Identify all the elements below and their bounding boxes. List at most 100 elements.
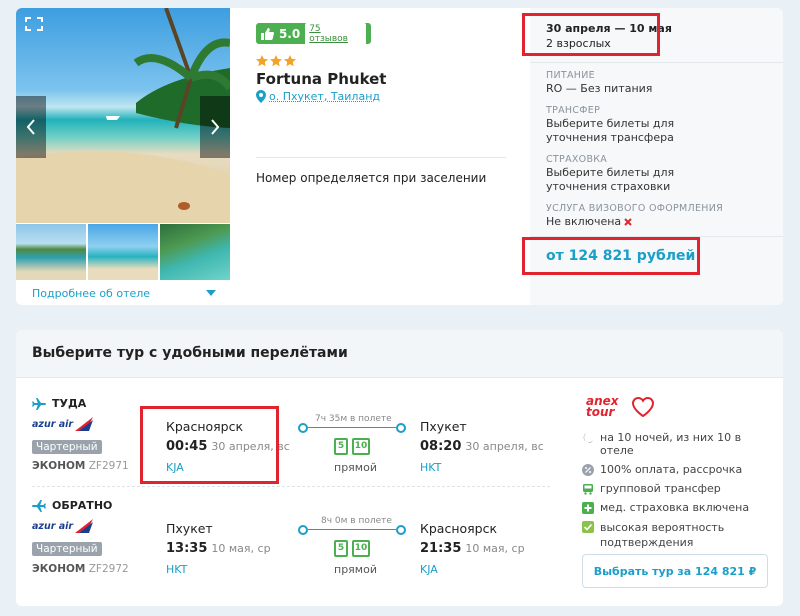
airline-wing-icon [75,417,94,431]
arrival-time: 08:20 [420,439,462,454]
next-photo-button[interactable] [200,96,230,158]
arrival-time: 21:35 [420,541,462,556]
thumbs-up-icon [261,27,274,40]
visa-label: УСЛУГА ВИЗОВОГО ОФОРМЛЕНИЯ [546,203,723,214]
hotel-details-link[interactable]: Подробнее об отеле [16,282,230,304]
divider [530,62,783,63]
hotel-photo[interactable] [16,8,230,223]
feature-text: групповой трансфер [600,482,721,495]
hand-luggage-icon: 5 [334,438,348,455]
moon-icon [583,433,593,444]
meal-label: ПИТАНИЕ [546,70,595,81]
heart-icon [632,397,654,417]
return-from-city: Пхукет [166,521,213,536]
checked-bag-icon: 10 [352,540,370,557]
class-label: ЭКОНОМ [32,563,86,575]
airline-wing-icon [75,519,94,533]
thumbnail-2[interactable] [88,224,158,280]
plane-icon [32,397,46,410]
arrival-date: 10 мая, ср [465,542,525,555]
departure-time: 13:35 [166,541,208,556]
divider [256,157,506,158]
outbound-label-row: ТУДА [32,397,86,410]
fullscreen-icon[interactable] [24,16,44,32]
meal-value: RO — Без питания [546,82,653,95]
caret-down-icon [206,290,216,296]
rating-badge[interactable]: 5.0 75 отзывов [256,22,371,45]
airline-logo: azur air [32,519,94,533]
outbound-duration: 7ч 35м в полете [312,414,395,424]
airline-name: azur air [32,418,74,430]
flight-number: ZF2972 [88,563,129,575]
outbound-to-city: Пхукет [420,419,467,434]
prev-photo-button[interactable] [16,96,46,158]
check-icon [582,521,594,533]
star-icon [256,55,268,67]
charter-badge: Чартерный [32,440,102,454]
hand-luggage-kg: 5 [337,543,345,553]
beach-image [16,8,230,223]
feature-text: мед. страховка включена [600,501,750,514]
feature-text: высокая вероятность подтверждения [600,521,725,549]
insurance-label: СТРАХОВКА [546,154,608,165]
operator-name: anex tour [586,394,619,419]
thumbnail-3[interactable] [160,224,230,280]
chevron-left-icon [26,119,35,135]
transfer-label: ТРАНСФЕР [546,105,601,116]
checked-bag-kg: 10 [354,543,368,553]
flight-number: ZF2971 [88,460,129,472]
return-baggage: 5 10 [334,540,370,557]
operator-logo: anex tour [586,394,654,419]
visa-value: Не включена [546,215,622,228]
outbound-label: ТУДА [52,397,87,410]
departure-date: 10 мая, ср [211,542,271,555]
airline-logo: azur air [32,417,94,431]
medical-cross-icon [582,502,594,514]
divider [32,486,550,487]
reviews-count[interactable]: 75 отзывов [305,22,366,45]
hotel-details-label: Подробнее об отеле [32,286,151,300]
chevron-right-icon [211,119,220,135]
feature-transfer: групповой трансфер [582,482,772,495]
return-duration: 8ч 0м в полете [318,516,395,526]
return-class: ЭКОНОМ ZF2972 [32,563,129,575]
highlight-price [522,237,700,275]
hotel-name[interactable]: Fortuna Phuket [256,70,386,88]
bus-icon [583,484,593,495]
select-tour-label: Выбрать тур за 124 821 ₽ [593,564,757,578]
visa-row: Не включена [546,215,632,229]
rating-value: 5.0 [278,26,301,41]
hand-luggage-kg: 5 [337,441,345,451]
flights-card: Выберите тур с удобными перелётами ТУДА … [16,330,783,606]
return-label-row: ОБРАТНО [32,499,112,512]
airline-name: azur air [32,520,74,532]
outbound-direct: прямой [334,461,377,474]
return-to-time-row: 21:35 10 мая, ср [420,541,525,556]
class-label: ЭКОНОМ [32,460,86,472]
arrival-airport-code: HKT [420,461,442,474]
checked-bag-kg: 10 [354,441,368,451]
departure-airport-code: HKT [166,563,188,576]
transfer-value: Выберите билеты для уточнения трансфера [546,117,675,144]
feature-text: 100% оплата, рассрочка [600,463,743,476]
return-to-city: Красноярск [420,521,498,536]
outbound-class: ЭКОНОМ ZF2971 [32,460,129,472]
hand-luggage-icon: 5 [334,540,348,557]
map-pin-icon [256,90,266,103]
feature-text: на 10 ночей, из них 10 в отеле [600,431,742,457]
percent-icon [582,464,594,476]
hotel-location[interactable]: о. Пхукет, Таиланд [256,90,380,103]
select-tour-button[interactable]: Выбрать тур за 124 821 ₽ [582,554,768,588]
cross-icon [624,218,632,226]
arrival-date: 30 апреля, вс [465,440,544,453]
thumbnail-1[interactable] [16,224,86,280]
return-label: ОБРАТНО [52,499,113,512]
room-type: Номер определяется при заселении [256,171,487,185]
plane-return-icon [32,499,46,512]
insurance-value: Выберите билеты для уточнения страховки [546,166,675,193]
outbound-baggage: 5 10 [334,438,370,455]
hotel-stars [256,55,296,67]
return-from-time-row: 13:35 10 мая, ср [166,541,271,556]
feature-insurance: мед. страховка включена [582,501,772,514]
return-direct: прямой [334,563,377,576]
